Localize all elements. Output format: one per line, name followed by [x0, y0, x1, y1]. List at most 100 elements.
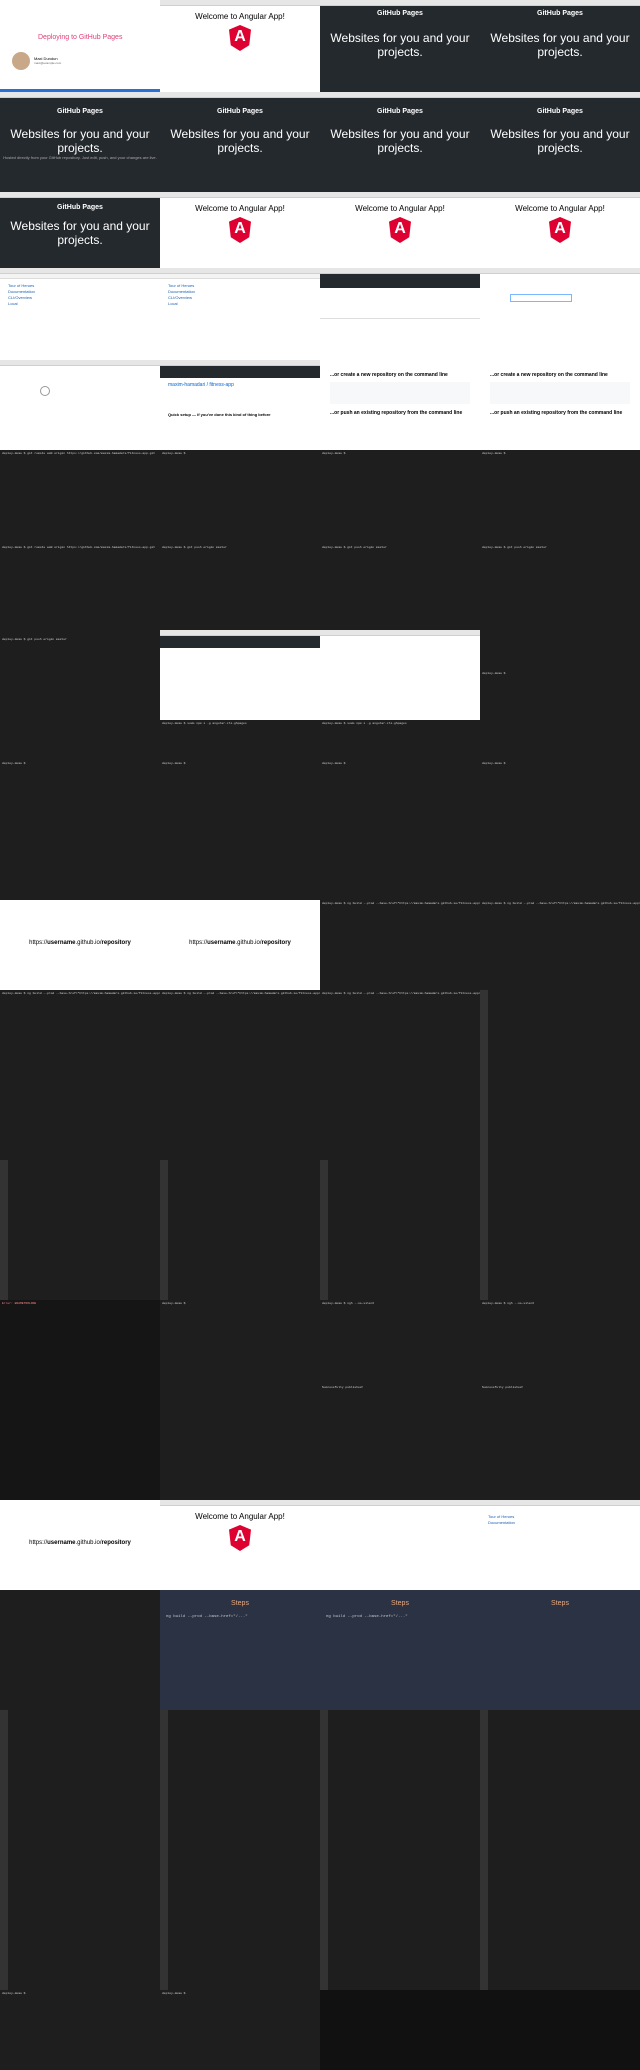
steps-title: Steps	[391, 1600, 409, 1607]
github-new-repo	[320, 268, 480, 360]
repo-path: maxim-hamadari / fitness-app	[168, 382, 234, 388]
url-repo: repository	[101, 940, 131, 946]
link-local[interactable]: Local	[8, 301, 152, 307]
url-pre: https://	[29, 1540, 48, 1546]
browser-toolbar[interactable]	[160, 192, 320, 198]
terminal-15[interactable]: deploy-demo $	[320, 760, 480, 900]
browser-toolbar[interactable]	[0, 192, 160, 198]
terminal-17[interactable]: deploy-demo $ ng build --prod --base-hre…	[320, 900, 480, 990]
browser-toolbar[interactable]	[320, 630, 480, 636]
browser-toolbar[interactable]	[480, 0, 640, 6]
terminal-16[interactable]: deploy-demo $	[480, 760, 640, 900]
terminal-line: deploy-demo $	[322, 762, 346, 765]
terminal-5[interactable]: deploy-demo $ git remote add origin http…	[0, 540, 160, 630]
terminal-2[interactable]: deploy-demo $	[160, 450, 320, 540]
browser-toolbar[interactable]	[480, 268, 640, 274]
activity-bar	[160, 1890, 168, 1990]
terminal-line: deploy-demo $ ng build --prod --base-hre…	[162, 992, 320, 995]
activity-bar	[160, 1160, 168, 1300]
github-create-repo-options	[0, 360, 160, 450]
links-page-2: Tour of Heroes Documentation CLI/Overvie…	[160, 268, 320, 360]
vscode-3	[320, 1160, 480, 1300]
activity-bar	[480, 1890, 488, 1990]
terminal-27[interactable]: deploy-demo $	[160, 1990, 320, 2070]
terminal-23[interactable]: deploy-demo $	[160, 1300, 320, 1500]
published-line: Successfully published!	[482, 1386, 524, 1389]
terminal-19[interactable]: deploy-demo $ ng build --prod --base-hre…	[0, 990, 160, 1160]
terminal-8[interactable]: deploy-demo $ git push origin master	[480, 540, 640, 630]
browser-toolbar[interactable]	[160, 1500, 320, 1506]
link-documentation[interactable]: Documentation	[488, 1520, 632, 1526]
repo-name-input[interactable]	[510, 294, 572, 302]
terminal-20[interactable]: deploy-demo $ ng build --prod --base-hre…	[160, 990, 320, 1160]
terminal-line: deploy-demo $ git push origin master	[162, 546, 227, 549]
activity-bar	[0, 1160, 8, 1300]
terminal-25[interactable]: deploy-demo $ ngh --no-silent Successfull…	[480, 1300, 640, 1500]
public-radio[interactable]	[40, 386, 50, 396]
gh-pages-hero-sub: Hosted directly from your GitHub reposit…	[3, 155, 157, 160]
terminal-29[interactable]	[480, 1990, 640, 2070]
browser-toolbar[interactable]	[160, 92, 320, 98]
angular-app-tile-5: Welcome to Angular App!	[160, 1500, 320, 1590]
url-user: username	[47, 1540, 76, 1546]
browser-toolbar[interactable]	[480, 192, 640, 198]
browser-toolbar[interactable]	[480, 92, 640, 98]
vscode-13	[0, 1890, 160, 1990]
angular-app-tile: Welcome to Angular App!	[160, 0, 320, 92]
vscode-16	[480, 1890, 640, 1990]
links-dark	[0, 1590, 160, 1710]
terminal-line: deploy-demo $ git remote add origin http…	[2, 452, 156, 455]
url-pattern: https://username.github.io/repository	[0, 1540, 160, 1546]
activity-bar	[160, 1710, 168, 1800]
url-post: .github.io/	[75, 940, 102, 946]
gh-pages-logo: GitHub Pages	[57, 108, 103, 115]
terminal-line: deploy-demo $	[482, 452, 506, 455]
terminal-12[interactable]: deploy-demo $ sudo npm i -g angular-cli-…	[320, 720, 480, 760]
browser-toolbar[interactable]	[320, 1500, 480, 1506]
steps-line: ng build --prod --base-href="/..."	[166, 1615, 248, 1619]
gh-pages-hero-title: Websites for you and your projects.	[10, 127, 150, 155]
vscode-12	[480, 1800, 640, 1890]
browser-toolbar[interactable]	[320, 92, 480, 98]
terminal-14[interactable]: deploy-demo $	[160, 760, 320, 900]
browser-toolbar[interactable]	[320, 192, 480, 198]
link-local[interactable]: Local	[168, 301, 312, 307]
gh-pages-hero-title: Websites for you and your projects.	[490, 31, 630, 59]
gh-pages-hero-3: GitHub Pages Websites for you and your p…	[0, 92, 160, 192]
github-header	[160, 636, 320, 648]
terminal-6[interactable]: deploy-demo $ git push origin master	[160, 540, 320, 630]
gh-pages-logo: GitHub Pages	[537, 108, 583, 115]
vscode-9	[0, 1800, 160, 1890]
terminal-7[interactable]: deploy-demo $ git push origin master	[320, 540, 480, 630]
terminal-18[interactable]: deploy-demo $ ng build --prod --base-hre…	[480, 900, 640, 990]
angular-title: Welcome to Angular App!	[515, 204, 605, 213]
gh-pages-hero-6: GitHub Pages Websites for you and your p…	[480, 92, 640, 192]
code-block	[330, 382, 470, 404]
vscode-6	[160, 1710, 320, 1800]
terminal-21[interactable]: deploy-demo $ ng build --prod --base-hre…	[320, 990, 480, 1160]
browser-toolbar[interactable]	[0, 360, 160, 366]
terminal-26[interactable]: deploy-demo $	[0, 1990, 160, 2070]
terminal-3[interactable]: deploy-demo $	[320, 450, 480, 540]
terminal-22[interactable]: Error: ENAMETOOLONG	[0, 1300, 160, 1500]
divider	[320, 318, 480, 319]
terminal-line: deploy-demo $ git push origin master	[322, 546, 387, 549]
gh-pages-hero-2: GitHub Pages Websites for you and your p…	[480, 0, 640, 92]
terminal-24[interactable]: deploy-demo $ ngh --no-silent Successfull…	[320, 1300, 480, 1500]
terminal-line: deploy-demo $ git remote add origin http…	[2, 546, 156, 549]
activity-bar	[160, 1800, 168, 1890]
terminal-4[interactable]: deploy-demo $	[480, 450, 640, 540]
angular-title: Welcome to Angular App!	[195, 204, 285, 213]
terminal-11[interactable]: deploy-demo $ sudo npm i -g angular-cli-…	[160, 720, 320, 760]
terminal-1[interactable]: deploy-demo $ git remote add origin http…	[0, 450, 160, 540]
terminal-13[interactable]: deploy-demo $	[0, 760, 160, 900]
terminal-9[interactable]: deploy-demo $ git push origin master	[0, 630, 160, 760]
links-page: Tour of Heroes Documentation CLI/Overvie…	[0, 268, 160, 360]
angular-logo-icon	[229, 1525, 251, 1551]
author-email: maxi@example.com	[34, 61, 62, 65]
terminal-10[interactable]: deploy-demo $	[480, 630, 640, 760]
browser-toolbar[interactable]	[160, 0, 320, 6]
terminal-28[interactable]	[320, 1990, 480, 2070]
browser-toolbar[interactable]	[320, 0, 480, 6]
browser-toolbar[interactable]	[0, 92, 160, 98]
